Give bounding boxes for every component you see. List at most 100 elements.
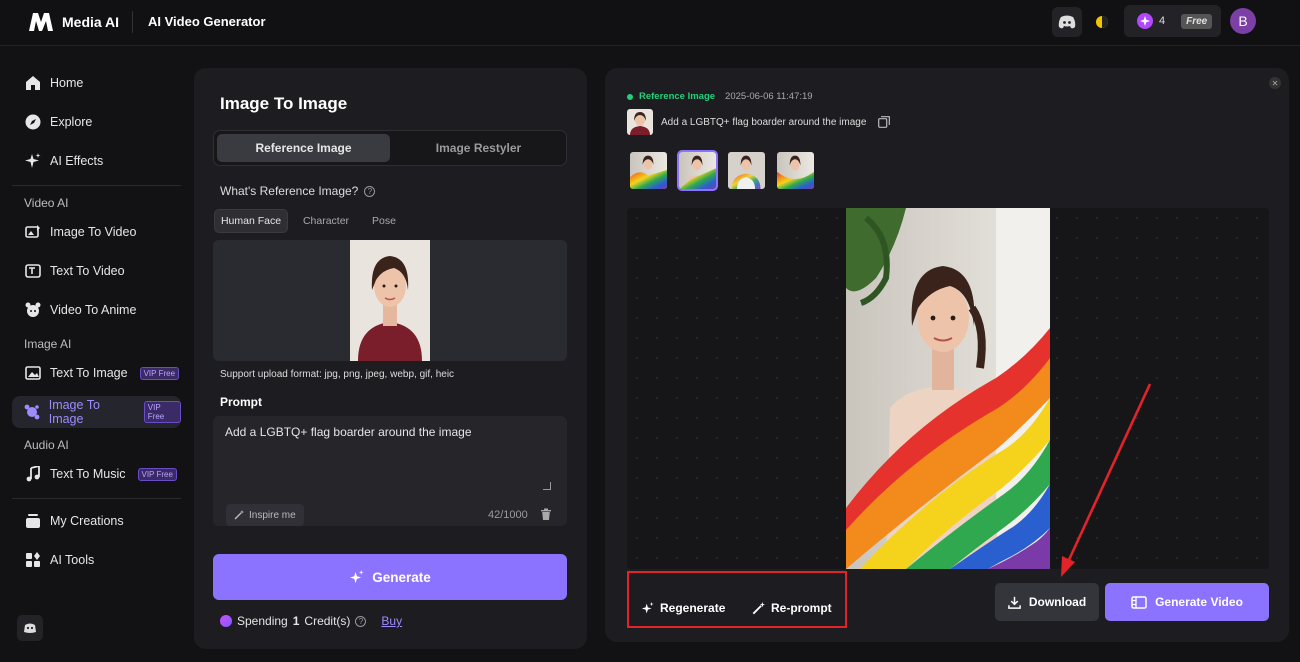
sparkle-icon xyxy=(350,569,364,583)
sidebar-item-label: Text To Music xyxy=(50,467,126,481)
magic-wand-icon xyxy=(752,601,765,614)
sparkle-icon xyxy=(24,152,42,170)
sidebar-divider xyxy=(12,185,181,186)
section-video-ai: Video AI xyxy=(24,196,69,210)
format-note: Support upload format: jpg, png, jpeg, w… xyxy=(220,369,455,380)
result-prompt-text: Add a LGBTQ+ flag boarder around the ima… xyxy=(661,116,867,128)
robot-icon xyxy=(24,623,36,633)
help-icon[interactable]: ? xyxy=(364,185,376,197)
section-image-ai: Image AI xyxy=(24,337,72,351)
reprompt-label: Re-prompt xyxy=(771,601,832,615)
video-icon xyxy=(1131,595,1147,609)
download-label: Download xyxy=(1028,595,1087,609)
question-text: What's Reference Image? xyxy=(220,184,359,198)
music-icon xyxy=(24,465,42,483)
discord-button[interactable] xyxy=(1052,7,1082,37)
trash-icon[interactable] xyxy=(540,508,552,520)
sidebar-item-label: Image To Image xyxy=(48,398,100,426)
sparkle-icon xyxy=(641,601,654,613)
result-thumbnail[interactable] xyxy=(628,150,669,191)
status-dot xyxy=(627,93,633,100)
download-icon xyxy=(1008,596,1021,609)
buy-link[interactable]: Buy xyxy=(381,614,402,628)
theme-toggle[interactable] xyxy=(1092,12,1112,32)
reprompt-button[interactable]: Re-prompt xyxy=(752,595,832,621)
sidebar-item-label: AI Effects xyxy=(50,154,104,168)
inspire-label: Inspire me xyxy=(249,509,296,521)
result-stage xyxy=(627,208,1269,569)
char-count: 42/1000 xyxy=(488,509,528,521)
result-timestamp: 2025-06-06 11:47:19 xyxy=(725,91,813,102)
home-icon xyxy=(24,74,42,92)
prompt-textarea[interactable]: Add a LGBTQ+ flag boarder around the ima… xyxy=(213,416,567,526)
result-meta: Reference Image 2025-06-06 11:47:19 xyxy=(627,91,813,102)
sidebar-divider xyxy=(12,498,181,499)
magic-wand-icon xyxy=(234,510,244,520)
tab-reference-image[interactable]: Reference Image xyxy=(217,134,390,162)
sidebar-item-image-to-video[interactable]: Image To Video xyxy=(12,216,181,248)
help-icon[interactable]: ? xyxy=(355,615,367,627)
community-button[interactable] xyxy=(17,615,43,641)
subtab-character[interactable]: Character xyxy=(294,209,358,233)
generate-video-label: Generate Video xyxy=(1155,595,1243,609)
result-thumbnail-selected[interactable] xyxy=(677,150,718,191)
prompt-label: Prompt xyxy=(220,395,262,409)
creations-icon xyxy=(24,512,42,530)
text-image-icon xyxy=(24,364,42,382)
brand-name[interactable]: Media AI xyxy=(62,14,119,30)
resize-handle[interactable] xyxy=(543,482,551,490)
sidebar-item-image-to-image[interactable]: Image To Image VIP Free xyxy=(12,396,181,428)
sidebar-item-text-to-music[interactable]: Text To Music VIP Free xyxy=(12,458,181,490)
result-prompt-row: Add a LGBTQ+ flag boarder around the ima… xyxy=(627,109,891,135)
generate-video-button[interactable]: Generate Video xyxy=(1105,583,1269,621)
result-panel: ✕ Reference Image 2025-06-06 11:47:19 Ad… xyxy=(605,68,1289,642)
sidebar-item-ai-tools[interactable]: AI Tools xyxy=(12,544,181,576)
result-thumbnail[interactable] xyxy=(726,150,767,191)
sidebar-item-explore[interactable]: Explore xyxy=(12,106,181,138)
tab-image-restyler[interactable]: Image Restyler xyxy=(392,134,565,162)
text-video-icon xyxy=(24,262,42,280)
download-button[interactable]: Download xyxy=(995,583,1099,621)
sidebar-item-ai-effects[interactable]: AI Effects xyxy=(12,145,181,177)
generate-label: Generate xyxy=(372,569,431,585)
result-thumbnail[interactable] xyxy=(775,150,816,191)
sidebar-item-label: AI Tools xyxy=(50,553,95,567)
discord-icon xyxy=(1058,15,1076,29)
reference-thumbnail[interactable] xyxy=(627,109,653,135)
top-bar: Media AI AI Video Generator 4 Free B xyxy=(0,0,1300,46)
sidebar-item-text-to-video[interactable]: Text To Video xyxy=(12,255,181,287)
generate-button[interactable]: Generate xyxy=(213,554,567,600)
sidebar-item-my-creations[interactable]: My Creations xyxy=(12,505,181,537)
compass-icon xyxy=(24,113,42,131)
sidebar-item-label: Home xyxy=(50,76,84,90)
sidebar-item-home[interactable]: Home xyxy=(12,67,181,99)
credit-coin-icon xyxy=(220,615,232,627)
reference-question[interactable]: What's Reference Image? ? xyxy=(220,184,376,198)
generator-panel: Image To Image Reference Image Image Res… xyxy=(194,68,587,649)
sidebar-item-label: My Creations xyxy=(50,514,124,528)
close-icon[interactable]: ✕ xyxy=(1269,77,1281,89)
subtab-pose[interactable]: Pose xyxy=(364,209,404,233)
inspire-me-button[interactable]: Inspire me xyxy=(226,504,304,526)
subtab-human-face[interactable]: Human Face xyxy=(214,209,288,233)
vip-badge: VIP Free xyxy=(139,366,180,380)
credits-widget[interactable]: 4 Free xyxy=(1124,5,1221,37)
result-mode-label: Reference Image xyxy=(639,91,716,102)
plan-badge: Free xyxy=(1181,13,1213,29)
sidebar-item-label: Explore xyxy=(50,115,93,129)
media-ai-logo[interactable] xyxy=(28,11,54,33)
spending-info: Spending 1 Credit(s) ? Buy xyxy=(220,614,402,628)
regenerate-button[interactable]: Regenerate xyxy=(641,595,725,621)
upload-area[interactable] xyxy=(213,240,567,361)
credit-count: 4 xyxy=(1159,15,1166,27)
result-image[interactable] xyxy=(846,208,1050,569)
panel-title: Image To Image xyxy=(220,94,348,113)
sidebar-item-video-to-anime[interactable]: Video To Anime xyxy=(12,294,181,326)
copy-icon[interactable] xyxy=(878,116,891,128)
anime-icon xyxy=(24,301,42,319)
user-avatar[interactable]: B xyxy=(1230,8,1256,34)
sidebar-item-label: Text To Video xyxy=(50,264,125,278)
sidebar-item-text-to-image[interactable]: Text To Image VIP Free xyxy=(12,357,181,389)
vip-badge: VIP Free xyxy=(137,467,177,481)
brand-divider xyxy=(132,11,133,33)
